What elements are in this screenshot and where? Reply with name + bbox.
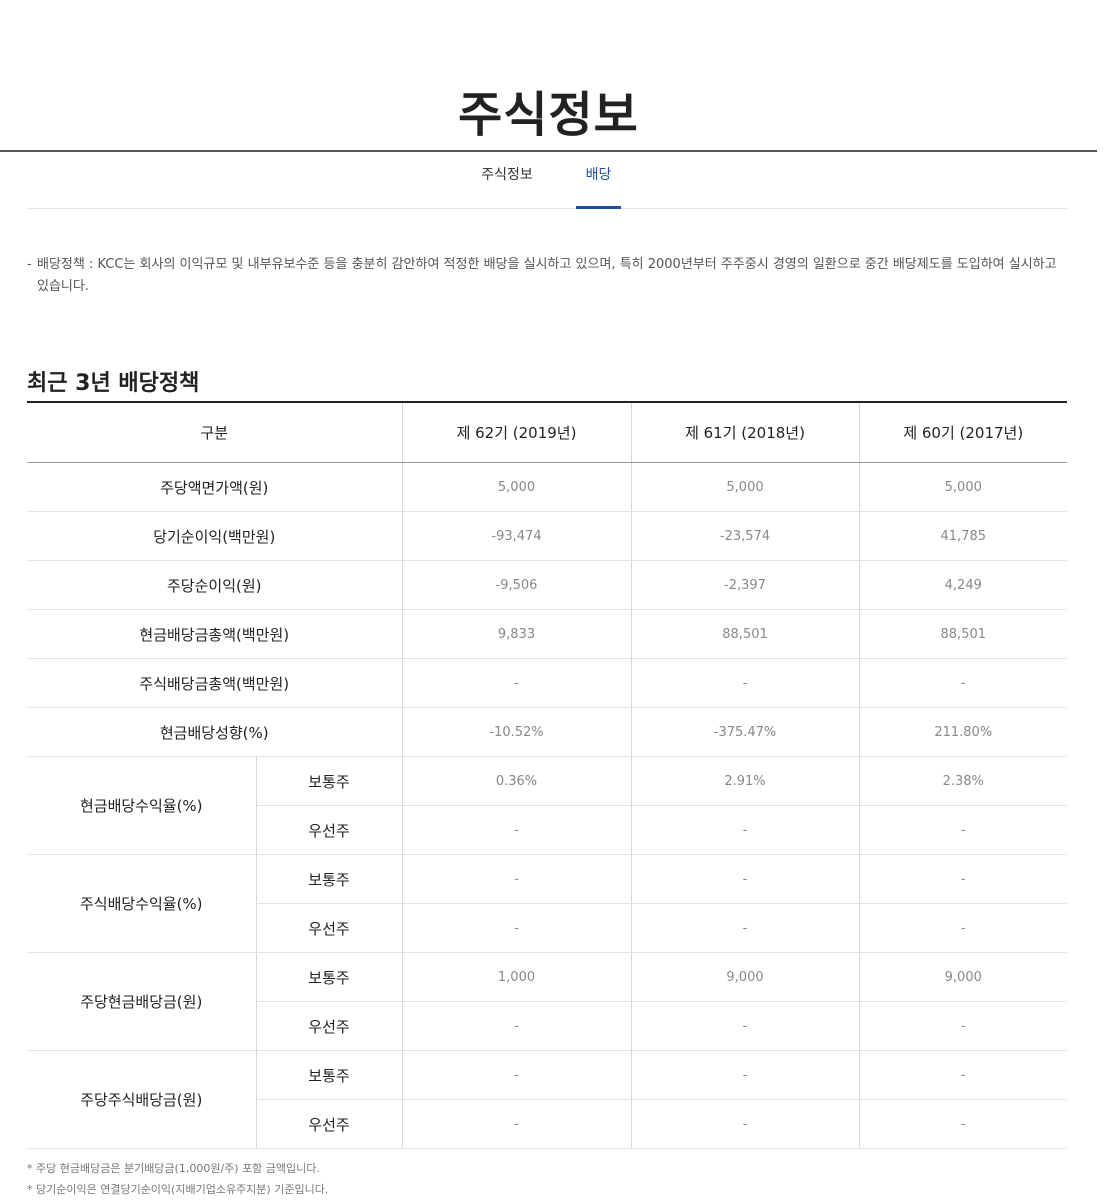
table-cell: 5,000: [858, 462, 1068, 512]
table-cell: -: [401, 658, 632, 708]
table-cell: 211.80%: [858, 707, 1068, 757]
table-row: 현금배당수익율(%) 보통주 0.36% 2.91% 2.38%: [27, 756, 1068, 855]
row-label: 주식배당금총액(백만원): [27, 658, 403, 708]
table-cell: 2.38%: [858, 756, 1068, 806]
table-row: 주식배당수익율(%) 보통주 - - -: [27, 854, 1068, 953]
row-label: 당기순이익(백만원): [27, 511, 403, 561]
table-cell: 88,501: [858, 609, 1068, 659]
row-label: 현금배당금총액(백만원): [27, 609, 403, 659]
tab-dividend[interactable]: 배당: [576, 152, 621, 209]
footnote-cash-dividend: * 주당 현금배당금은 분기배당금(1,000원/주) 포함 금액입니다.: [27, 1162, 320, 1175]
table-cell: -: [630, 854, 860, 904]
table-cell: -: [858, 1050, 1068, 1100]
table-cell: -: [630, 1001, 860, 1051]
table-cell: 5,000: [630, 462, 860, 512]
table-cell: -: [630, 1050, 860, 1100]
table-cell: 4,249: [858, 560, 1068, 610]
table-row: 현금배당성향(%) -10.52% -375.47% 211.80%: [27, 707, 1068, 757]
table-cell: 5,000: [401, 462, 632, 512]
dividend-table: 구분 제 62기 (2019년) 제 61기 (2018년) 제 60기 (20…: [27, 401, 1068, 1149]
table-cell: 2.91%: [630, 756, 860, 806]
header-category: 구분: [27, 402, 403, 463]
table-row: 주당순이익(원) -9,506 -2,397 4,249: [27, 560, 1068, 610]
sub-label: 보통주: [255, 756, 403, 806]
table-cell: -9,506: [401, 560, 632, 610]
group-label: 현금배당수익율(%): [27, 756, 256, 855]
tab-bar: 주식정보 배당: [27, 152, 1067, 209]
table-cell: -: [630, 658, 860, 708]
table-cell: -: [401, 903, 632, 953]
table-cell: -: [401, 1099, 632, 1149]
table-cell: -: [858, 854, 1068, 904]
table-cell: -10.52%: [401, 707, 632, 757]
row-label: 주당순이익(원): [27, 560, 403, 610]
table-cell: -: [858, 1099, 1068, 1149]
group-label: 주식배당수익율(%): [27, 854, 256, 953]
table-cell: -: [858, 658, 1068, 708]
table-row: 주당현금배당금(원) 보통주 1,000 9,000 9,000: [27, 952, 1068, 1051]
table-row: 주식배당금총액(백만원) - - -: [27, 658, 1068, 708]
table-cell: -375.47%: [630, 707, 860, 757]
table-cell: 88,501: [630, 609, 860, 659]
group-label: 주당주식배당금(원): [27, 1050, 256, 1149]
table-cell: 41,785: [858, 511, 1068, 561]
table-cell: -: [401, 1001, 632, 1051]
policy-dash: -: [27, 257, 32, 272]
table-row: 주당주식배당금(원) 보통주 - - -: [27, 1050, 1068, 1149]
sub-label: 보통주: [255, 952, 403, 1002]
header-period-60: 제 60기 (2017년): [858, 402, 1068, 463]
header-period-62: 제 62기 (2019년): [401, 402, 632, 463]
sub-label: 우선주: [255, 903, 403, 953]
table-cell: -23,574: [630, 511, 860, 561]
section-title: 최근 3년 배당정책: [27, 371, 200, 397]
dividend-policy-text: - 배당정책 : KCC는 회사의 이익규모 및 내부유보수준 등을 충분히 감…: [27, 254, 1067, 298]
table-row: 주당액면가액(원) 5,000 5,000 5,000: [27, 462, 1068, 512]
table-cell: -: [630, 805, 860, 855]
table-cell: -: [858, 1001, 1068, 1051]
table-cell: -: [630, 903, 860, 953]
table-cell: -: [401, 805, 632, 855]
footnotes: * 주당 현금배당금은 분기배당금(1,000원/주) 포함 금액입니다. * …: [27, 1158, 328, 1200]
table-cell: 0.36%: [401, 756, 632, 806]
table-cell: -2,397: [630, 560, 860, 610]
sub-label: 보통주: [255, 1050, 403, 1100]
table-cell: 9,833: [401, 609, 632, 659]
table-cell: -: [401, 854, 632, 904]
page-title: 주식정보: [458, 87, 639, 144]
table-row: 현금배당금총액(백만원) 9,833 88,501 88,501: [27, 609, 1068, 659]
header-period-61: 제 61기 (2018년): [630, 402, 860, 463]
policy-description: 배당정책 : KCC는 회사의 이익규모 및 내부유보수준 등을 충분히 감안하…: [37, 257, 1057, 294]
table-cell: 9,000: [630, 952, 860, 1002]
table-cell: 9,000: [858, 952, 1068, 1002]
footnote-net-income: * 당기순이익은 연결당기순이익(지배기업소유주지분) 기준입니다.: [27, 1183, 329, 1196]
sub-label: 보통주: [255, 854, 403, 904]
row-label: 현금배당성향(%): [27, 707, 403, 757]
table-header-row: 구분 제 62기 (2019년) 제 61기 (2018년) 제 60기 (20…: [27, 402, 1068, 463]
row-label: 주당액면가액(원): [27, 462, 403, 512]
table-row: 당기순이익(백만원) -93,474 -23,574 41,785: [27, 511, 1068, 561]
sub-label: 우선주: [255, 805, 403, 855]
group-label: 주당현금배당금(원): [27, 952, 256, 1051]
table-cell: -: [401, 1050, 632, 1100]
table-cell: 1,000: [401, 952, 632, 1002]
sub-label: 우선주: [255, 1099, 403, 1149]
table-cell: -: [630, 1099, 860, 1149]
tab-stock-info[interactable]: 주식정보: [471, 152, 543, 208]
table-cell: -93,474: [401, 511, 632, 561]
table-cell: -: [858, 805, 1068, 855]
table-cell: -: [858, 903, 1068, 953]
sub-label: 우선주: [255, 1001, 403, 1051]
